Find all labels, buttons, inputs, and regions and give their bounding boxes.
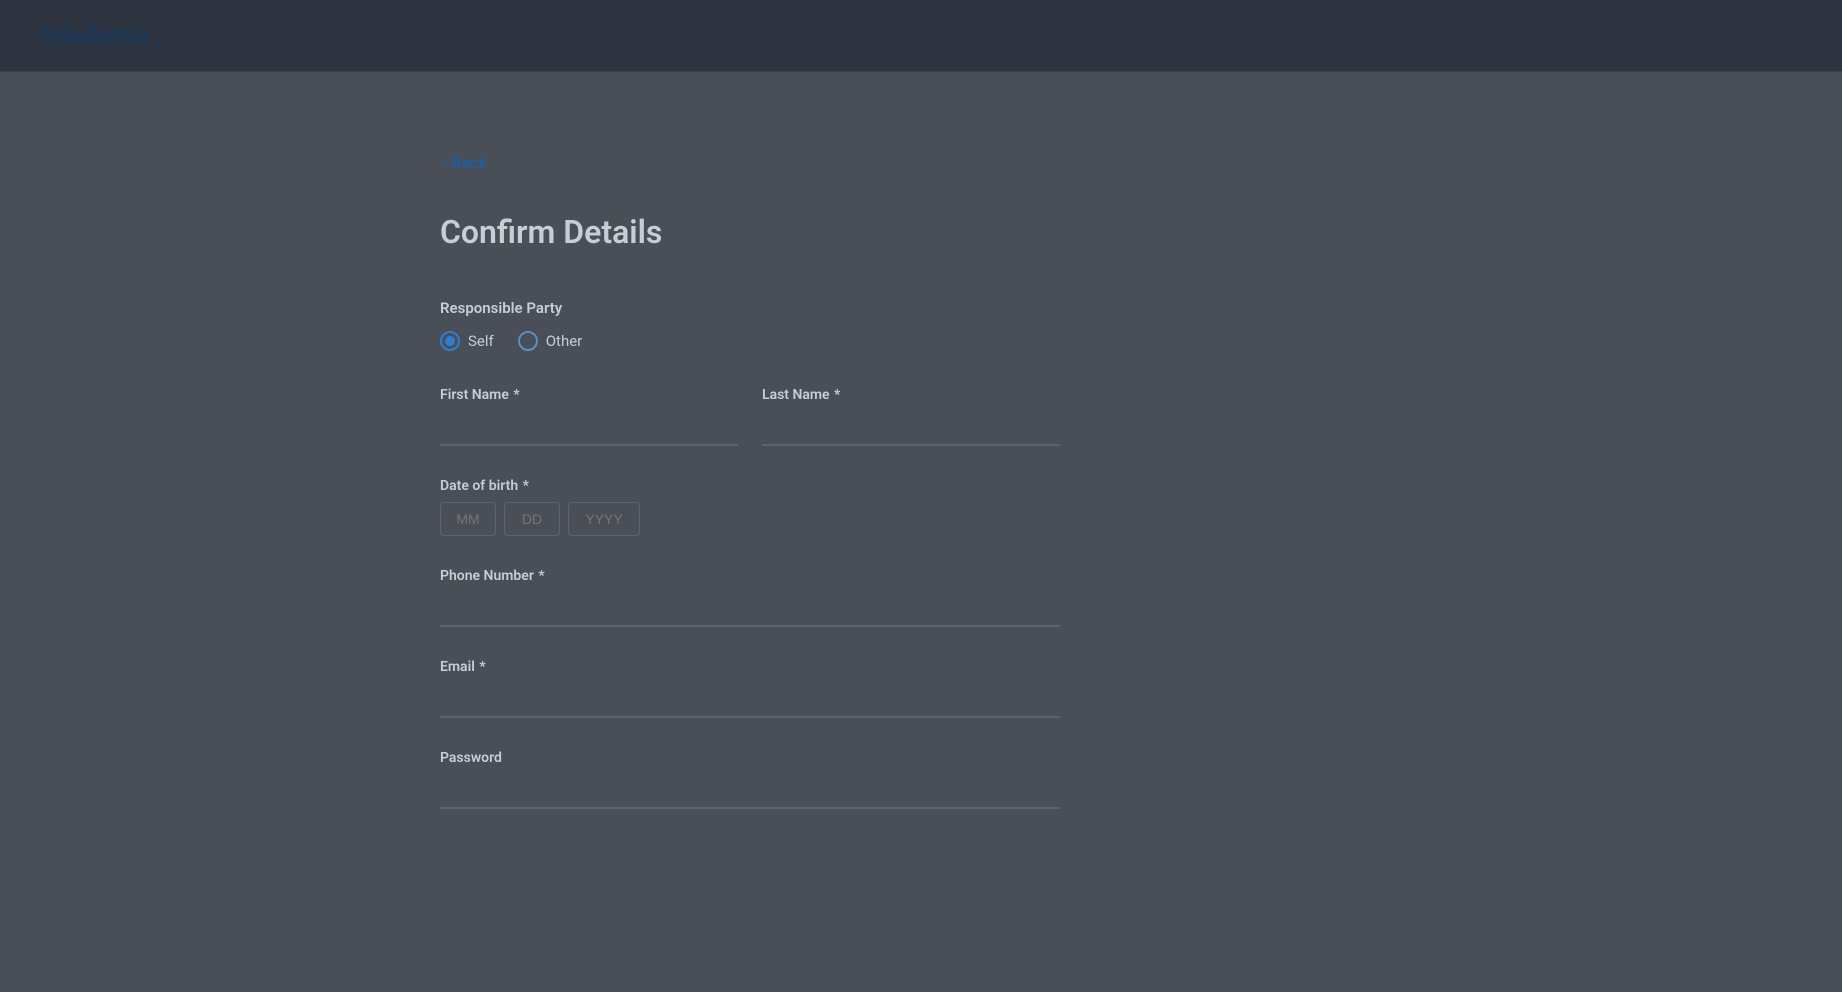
email-label: Email *	[440, 659, 1060, 675]
radio-other-label: Other	[546, 332, 583, 350]
first-name-label: First Name *	[440, 387, 738, 403]
logo: teledentix	[40, 21, 150, 51]
dob-inputs	[440, 502, 1060, 536]
responsible-party-section: Responsible Party Self Other	[440, 299, 1060, 351]
first-name-required: *	[510, 387, 520, 403]
radio-self-label: Self	[468, 332, 494, 350]
radio-other-input[interactable]	[518, 331, 538, 351]
radio-option-self[interactable]: Self	[440, 331, 494, 351]
dob-section: Date of birth *	[440, 478, 1060, 536]
password-input[interactable]	[440, 774, 1060, 809]
dob-required: *	[519, 478, 529, 494]
responsible-party-radio-group: Self Other	[440, 331, 1060, 351]
first-name-group: First Name *	[440, 387, 738, 446]
first-name-input[interactable]	[440, 411, 738, 446]
email-input[interactable]	[440, 683, 1060, 718]
main-content: ‹ Back Confirm Details Responsible Party…	[0, 72, 1842, 921]
phone-section: Phone Number *	[440, 568, 1060, 627]
logo-text: teledentix	[40, 21, 150, 51]
last-name-input[interactable]	[762, 411, 1060, 446]
form-container: ‹ Back Confirm Details Responsible Party…	[440, 152, 1060, 841]
page-title: Confirm Details	[440, 213, 1060, 251]
back-chevron-icon: ‹	[440, 152, 446, 173]
radio-option-other[interactable]: Other	[518, 331, 583, 351]
phone-input[interactable]	[440, 592, 1060, 627]
email-required: *	[476, 659, 486, 675]
phone-label: Phone Number *	[440, 568, 1060, 584]
back-link[interactable]: ‹ Back	[440, 152, 1060, 173]
radio-self-inner	[445, 336, 455, 346]
phone-required: *	[535, 568, 545, 584]
dob-label: Date of birth *	[440, 478, 1060, 494]
dob-day-input[interactable]	[504, 502, 560, 536]
radio-self-input[interactable]	[440, 331, 460, 351]
name-row: First Name * Last Name *	[440, 387, 1060, 446]
password-section: Password	[440, 750, 1060, 809]
last-name-group: Last Name *	[762, 387, 1060, 446]
back-label: Back	[452, 153, 487, 172]
header: teledentix	[0, 0, 1842, 72]
last-name-required: *	[831, 387, 841, 403]
responsible-party-label: Responsible Party	[440, 299, 1060, 317]
dob-year-input[interactable]	[568, 502, 640, 536]
email-section: Email *	[440, 659, 1060, 718]
last-name-label: Last Name *	[762, 387, 1060, 403]
dob-month-input[interactable]	[440, 502, 496, 536]
password-label: Password	[440, 750, 1060, 766]
